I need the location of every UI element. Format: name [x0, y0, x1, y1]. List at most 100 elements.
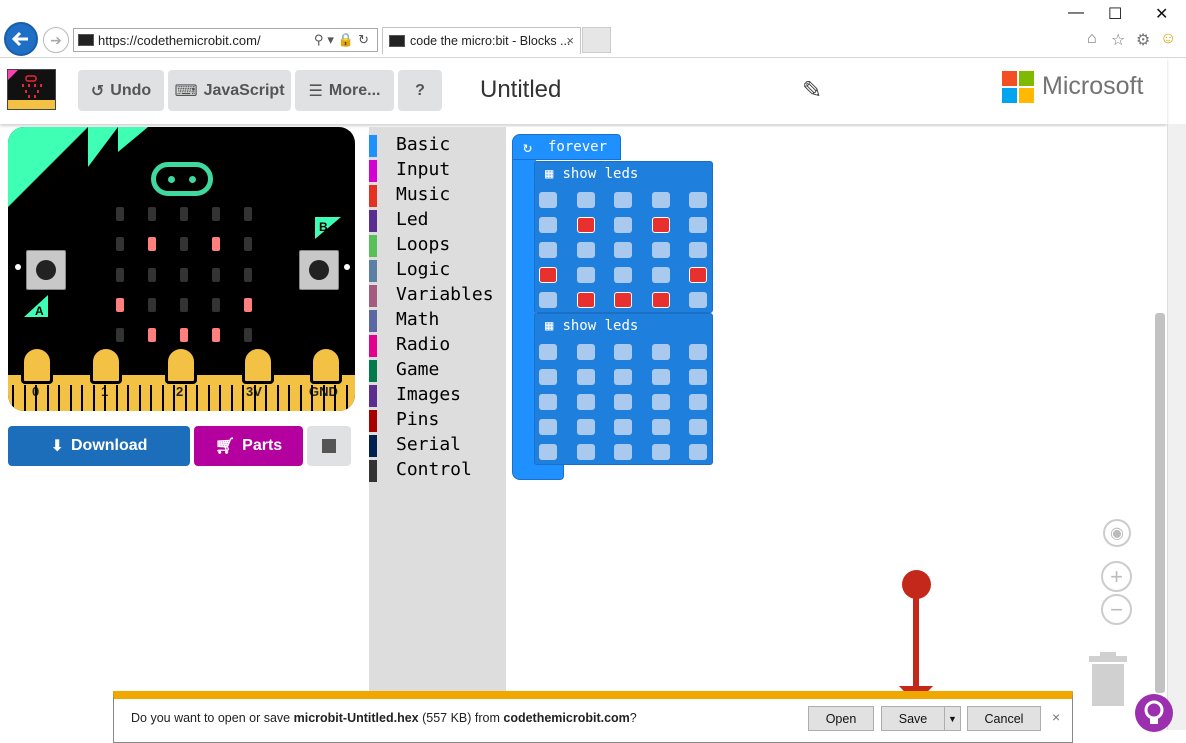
- toolbox-category-basic[interactable]: Basic: [369, 133, 506, 157]
- led-toggle-cell[interactable]: [576, 217, 595, 233]
- led-toggle-cell[interactable]: [651, 344, 670, 360]
- toolbox-category-images[interactable]: Images: [369, 383, 506, 407]
- toolbox-category-radio[interactable]: Radio: [369, 333, 506, 357]
- led-toggle-cell[interactable]: [689, 192, 707, 208]
- toolbox-category-game[interactable]: Game: [369, 358, 506, 382]
- open-button[interactable]: Open: [808, 706, 874, 731]
- pin-gnd[interactable]: [310, 346, 342, 384]
- led-toggle-cell[interactable]: [651, 267, 670, 283]
- microbit-logo[interactable]: [7, 69, 56, 110]
- pin-2[interactable]: [165, 346, 197, 384]
- pin-0[interactable]: [21, 346, 53, 384]
- led-toggle-cell[interactable]: [614, 419, 632, 435]
- more-button[interactable]: ☰ More...: [295, 70, 394, 111]
- toolbox-category-logic[interactable]: Logic: [369, 258, 506, 282]
- favorites-star-icon[interactable]: ☆: [1111, 30, 1125, 50]
- led-toggle-cell[interactable]: [614, 444, 632, 460]
- javascript-button[interactable]: ⌨ JavaScript: [168, 70, 291, 111]
- led-toggle-cell[interactable]: [539, 267, 557, 283]
- led-toggle-cell[interactable]: [539, 419, 557, 435]
- led-toggle-cell[interactable]: [614, 369, 632, 385]
- led-toggle-cell[interactable]: [651, 444, 670, 460]
- download-button[interactable]: ⬇ Download: [8, 426, 190, 466]
- zoom-in-icon[interactable]: +: [1101, 561, 1132, 592]
- led-toggle-cell[interactable]: [651, 242, 670, 258]
- led-toggle-cell[interactable]: [539, 292, 557, 308]
- led-toggle-cell[interactable]: [576, 369, 595, 385]
- close-notification-icon[interactable]: ×: [1052, 709, 1060, 725]
- led-toggle-cell[interactable]: [689, 242, 707, 258]
- led-toggle-cell[interactable]: [689, 344, 707, 360]
- led-toggle-cell[interactable]: [689, 394, 707, 410]
- led-toggle-cell[interactable]: [689, 369, 707, 385]
- pin-1[interactable]: [90, 346, 122, 384]
- show-leds-block[interactable]: ▦ show leds: [534, 313, 713, 465]
- toolbox-category-math[interactable]: Math: [369, 308, 506, 332]
- led-toggle-cell[interactable]: [651, 419, 670, 435]
- led-toggle-cell[interactable]: [539, 369, 557, 385]
- led-toggle-cell[interactable]: [689, 267, 707, 283]
- led-toggle-cell[interactable]: [614, 267, 632, 283]
- led-toggle-cell[interactable]: [689, 444, 707, 460]
- maximize-icon[interactable]: ☐: [1108, 4, 1122, 24]
- show-leds-block[interactable]: ▦ show leds: [534, 161, 713, 313]
- button-a[interactable]: [26, 250, 66, 290]
- feedback-smiley-icon[interactable]: ☺: [1160, 30, 1176, 48]
- settings-gear-icon[interactable]: ⚙: [1136, 30, 1150, 50]
- forward-button[interactable]: ➔: [43, 27, 69, 53]
- address-tools-icon[interactable]: ⚲▾🔒↻: [314, 32, 373, 48]
- led-toggle-cell[interactable]: [539, 394, 557, 410]
- help-lightbulb-icon[interactable]: [1135, 694, 1173, 732]
- save-options-dropdown[interactable]: ▼: [944, 706, 961, 731]
- toolbox-category-input[interactable]: Input: [369, 158, 506, 182]
- led-toggle-cell[interactable]: [689, 217, 707, 233]
- workspace-scroll-thumb[interactable]: [1155, 313, 1165, 693]
- led-toggle-cell[interactable]: [651, 369, 670, 385]
- led-toggle-cell[interactable]: [539, 444, 557, 460]
- led-toggle-cell[interactable]: [614, 192, 632, 208]
- back-button[interactable]: [4, 22, 38, 56]
- new-tab-button[interactable]: [582, 27, 611, 53]
- toolbox-category-control[interactable]: Control: [369, 458, 506, 482]
- tab-close-icon[interactable]: ×: [566, 33, 574, 48]
- home-icon[interactable]: ⌂: [1087, 30, 1097, 48]
- led-toggle-cell[interactable]: [576, 292, 595, 308]
- led-toggle-cell[interactable]: [576, 344, 595, 360]
- help-button[interactable]: ?: [398, 70, 442, 111]
- project-title[interactable]: Untitled: [480, 76, 561, 104]
- led-toggle-cell[interactable]: [614, 242, 632, 258]
- led-toggle-cell[interactable]: [576, 444, 595, 460]
- minimize-icon[interactable]: —: [1068, 4, 1084, 22]
- browser-tab[interactable]: code the micro:bit - Blocks ... ×: [382, 27, 581, 54]
- led-toggle-cell[interactable]: [689, 292, 707, 308]
- button-b[interactable]: [299, 250, 339, 290]
- led-toggle-cell[interactable]: [576, 394, 595, 410]
- led-toggle-cell[interactable]: [576, 242, 595, 258]
- toolbox-category-loops[interactable]: Loops: [369, 233, 506, 257]
- led-toggle-cell[interactable]: [651, 292, 670, 308]
- parts-button[interactable]: 🛒︎ Parts: [194, 426, 303, 466]
- edit-pencil-icon[interactable]: ✎: [802, 76, 822, 105]
- led-toggle-cell[interactable]: [576, 267, 595, 283]
- led-toggle-cell[interactable]: [576, 192, 595, 208]
- led-toggle-cell[interactable]: [651, 192, 670, 208]
- microbit-simulator[interactable]: A B 0123VGND: [8, 127, 355, 411]
- led-toggle-cell[interactable]: [576, 419, 595, 435]
- forever-block[interactable]: ↻ forever: [512, 134, 621, 160]
- toolbox-category-pins[interactable]: Pins: [369, 408, 506, 432]
- toolbox-category-variables[interactable]: Variables: [369, 283, 506, 307]
- led-toggle-cell[interactable]: [651, 217, 670, 233]
- page-scrollbar[interactable]: [1167, 124, 1186, 730]
- led-toggle-cell[interactable]: [614, 217, 632, 233]
- led-toggle-cell[interactable]: [539, 242, 557, 258]
- toolbox-category-serial[interactable]: Serial: [369, 433, 506, 457]
- undo-button[interactable]: ↺ Undo: [78, 70, 164, 111]
- close-window-icon[interactable]: ✕: [1155, 4, 1168, 24]
- toolbox-category-led[interactable]: Led: [369, 208, 506, 232]
- recenter-icon[interactable]: ◉: [1103, 519, 1131, 547]
- toolbox-category-music[interactable]: Music: [369, 183, 506, 207]
- led-toggle-cell[interactable]: [614, 292, 632, 308]
- led-toggle-cell[interactable]: [614, 344, 632, 360]
- led-toggle-cell[interactable]: [539, 217, 557, 233]
- address-bar[interactable]: https://codethemicrobit.com/ ⚲▾🔒↻: [73, 28, 378, 52]
